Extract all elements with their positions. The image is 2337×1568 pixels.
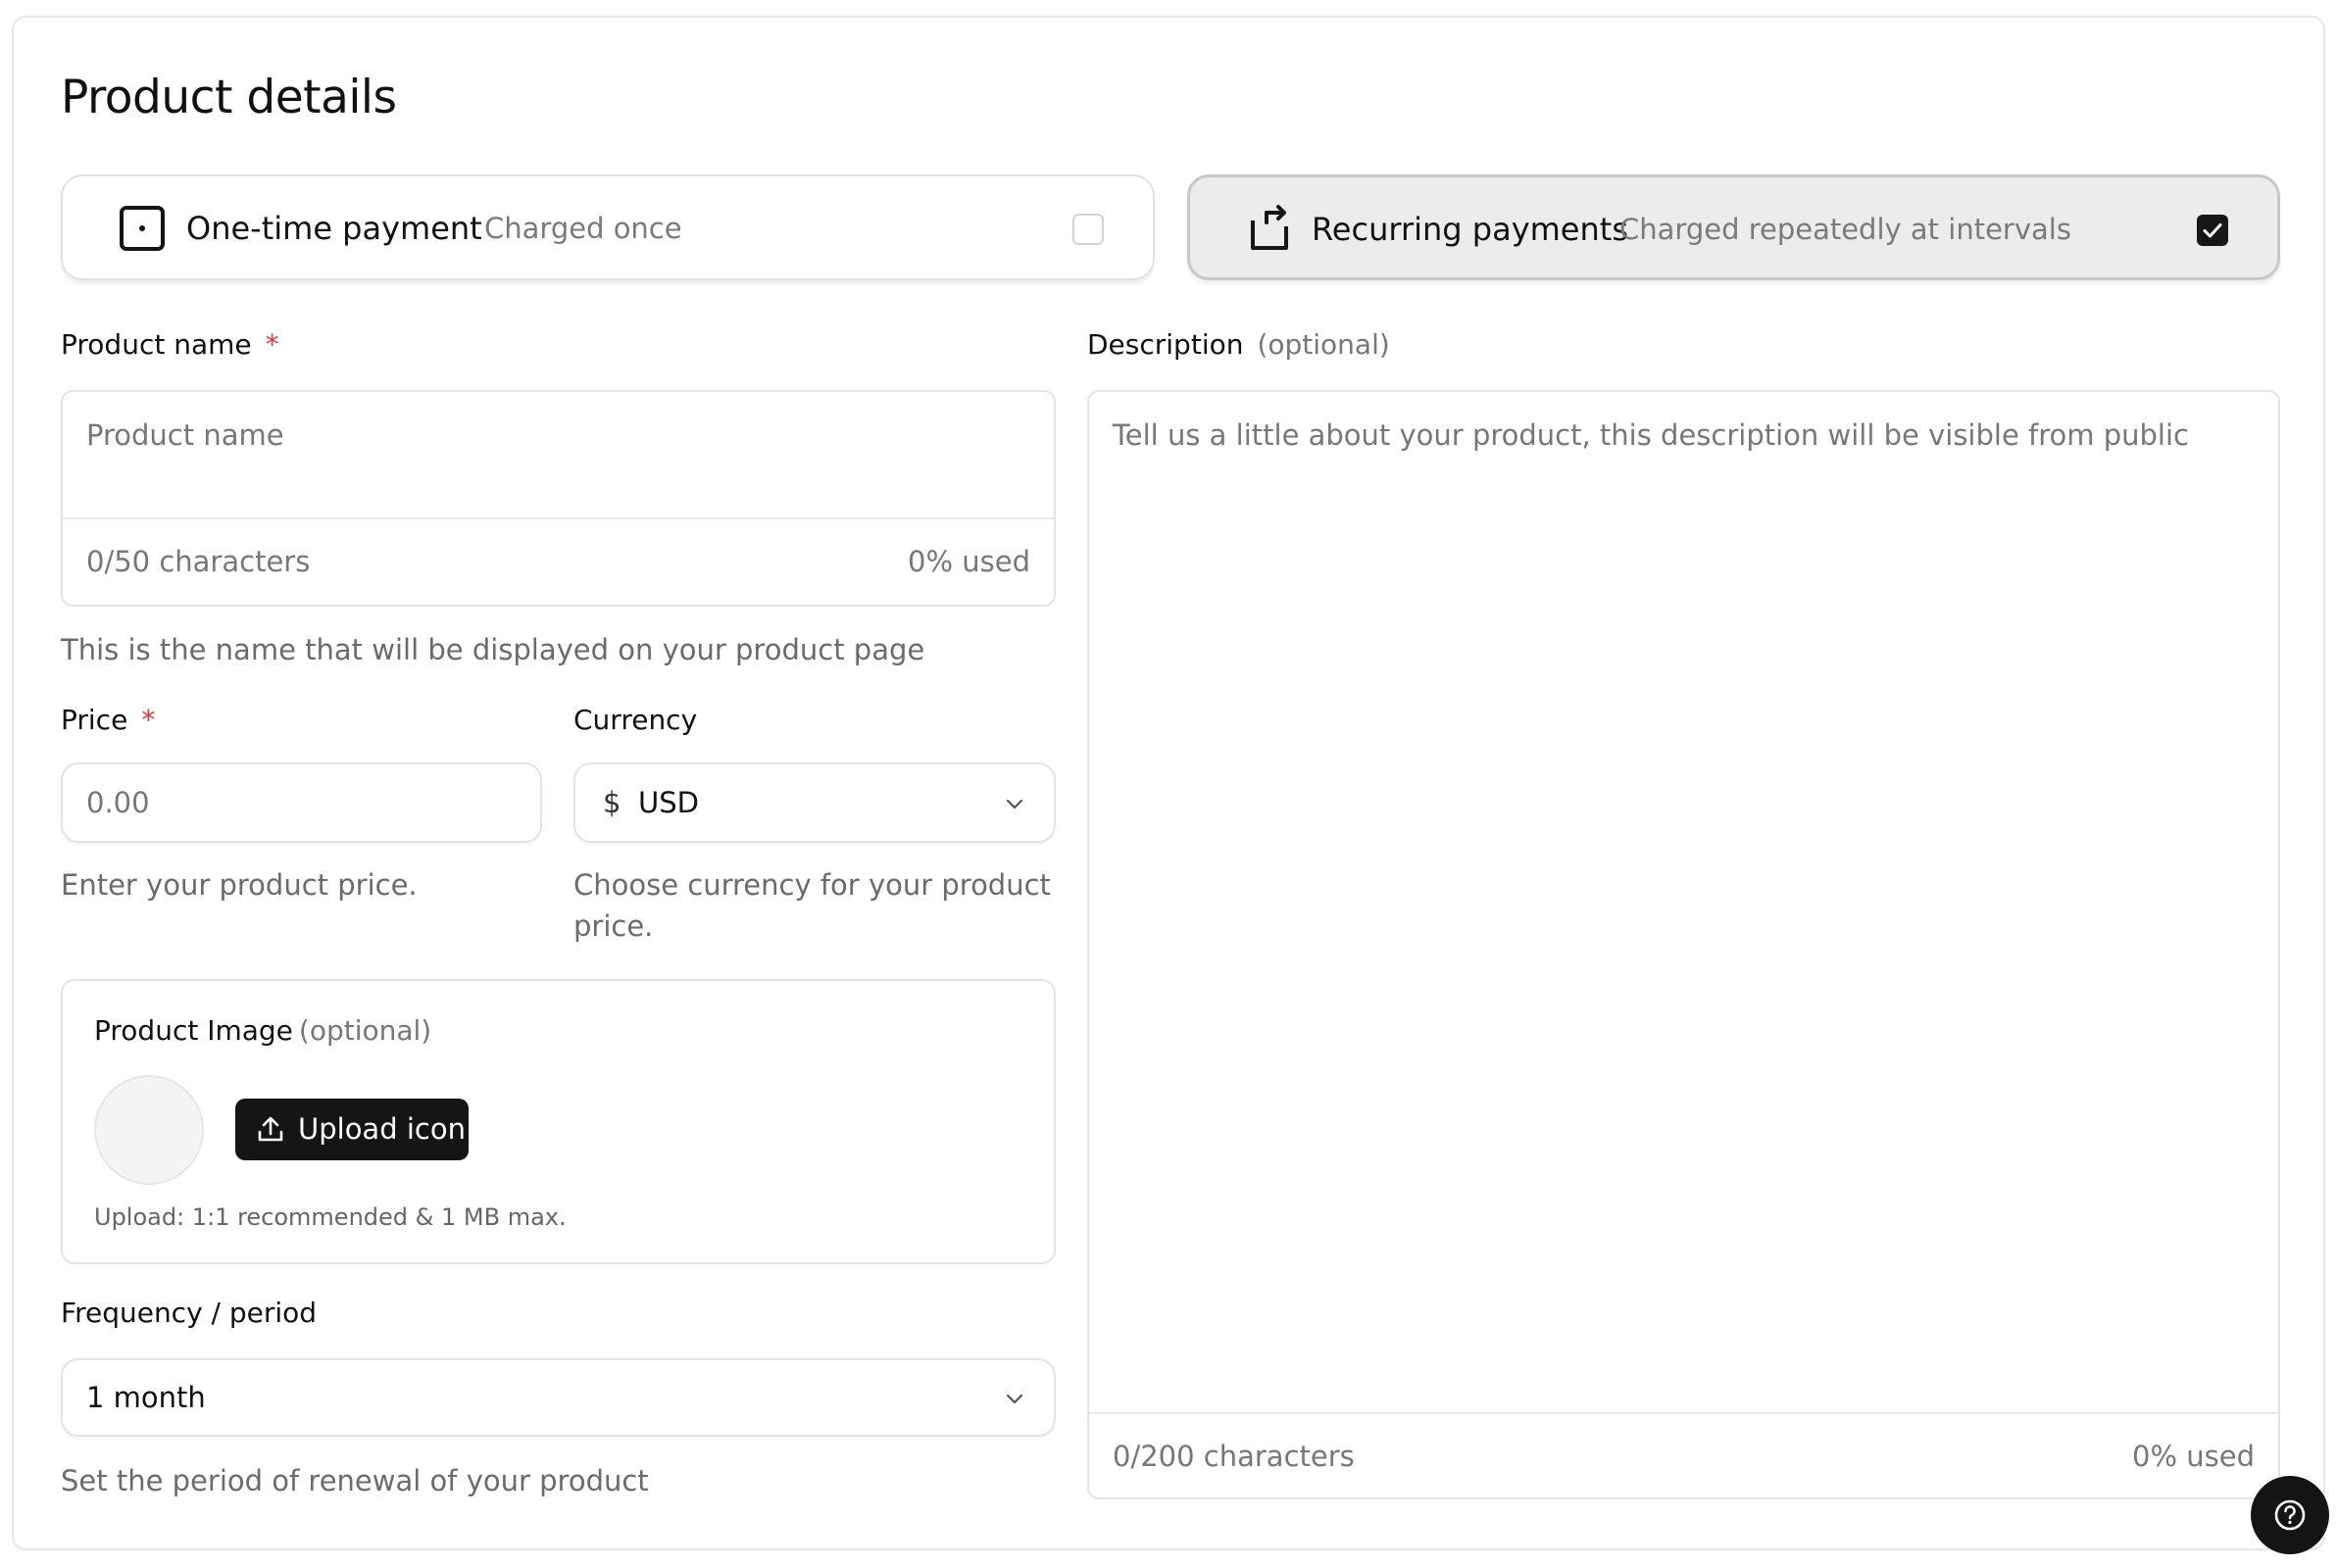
payment-option-title: One-time payment (186, 210, 482, 247)
description-usage: 0% used (2132, 1440, 2255, 1473)
divider (1089, 1412, 2278, 1414)
currency-label: Currency (573, 704, 698, 736)
price-input[interactable]: 0.00 (61, 762, 542, 843)
payment-option-subtitle: Charged once (484, 212, 682, 245)
price-placeholder: 0.00 (86, 786, 150, 819)
upload-icon (255, 1113, 286, 1149)
product-name-help: This is the name that will be displayed … (61, 633, 925, 666)
page-title: Product details (61, 71, 397, 124)
dollar-icon: $ (603, 786, 622, 819)
frequency-value: 1 month (86, 1381, 206, 1414)
price-label: Price * (61, 704, 156, 736)
product-name-input[interactable]: Product name (86, 416, 284, 455)
payment-option-title: Recurring payments (1312, 211, 1628, 248)
upload-hint: Upload: 1:1 recommended & 1 MB max. (94, 1203, 567, 1231)
frequency-select[interactable]: 1 month (61, 1358, 1056, 1437)
divider (63, 517, 1054, 519)
product-name-counter: 0/50 characters (86, 545, 311, 578)
recurring-checkbox[interactable] (2197, 215, 2228, 246)
description-counter: 0/200 characters (1113, 1440, 1355, 1473)
description-field[interactable]: Tell us a little about your product, thi… (1087, 390, 2280, 1499)
product-name-label: Product name * (61, 328, 279, 361)
check-icon (2203, 223, 2222, 238)
frequency-label: Frequency / period (61, 1297, 318, 1329)
frequency-help: Set the period of renewal of your produc… (61, 1464, 649, 1497)
chevron-down-icon (1003, 1387, 1026, 1414)
product-name-field[interactable]: Product name 0/50 characters 0% used (61, 390, 1056, 607)
payment-option-recurring[interactable]: Recurring payments Charged repeatedly at… (1187, 174, 2280, 280)
price-help: Enter your product price. (61, 868, 418, 902)
currency-select[interactable]: $ USD (573, 762, 1056, 843)
upload-icon-button[interactable]: Upload icon (235, 1099, 469, 1160)
square-dot-icon (118, 204, 167, 253)
product-image-label: Product Image (optional) (94, 1014, 432, 1047)
help-circle-icon (2272, 1497, 2308, 1537)
currency-help: Choose currency for your product price. (573, 868, 1051, 943)
repeat-icon (1245, 205, 1294, 254)
help-button[interactable] (2251, 1476, 2329, 1554)
product-name-usage: 0% used (908, 545, 1030, 578)
currency-value: USD (638, 786, 699, 819)
product-image-preview (94, 1075, 204, 1185)
chevron-down-icon (1003, 792, 1026, 819)
upload-button-label: Upload icon (298, 1112, 466, 1146)
one-time-checkbox[interactable] (1072, 214, 1104, 245)
description-label: Description (optional) (1087, 328, 1390, 361)
description-textarea[interactable]: Tell us a little about your product, thi… (1113, 416, 2189, 455)
payment-option-one-time[interactable]: One-time payment Charged once (61, 174, 1155, 280)
payment-option-subtitle: Charged repeatedly at intervals (1619, 213, 2071, 246)
